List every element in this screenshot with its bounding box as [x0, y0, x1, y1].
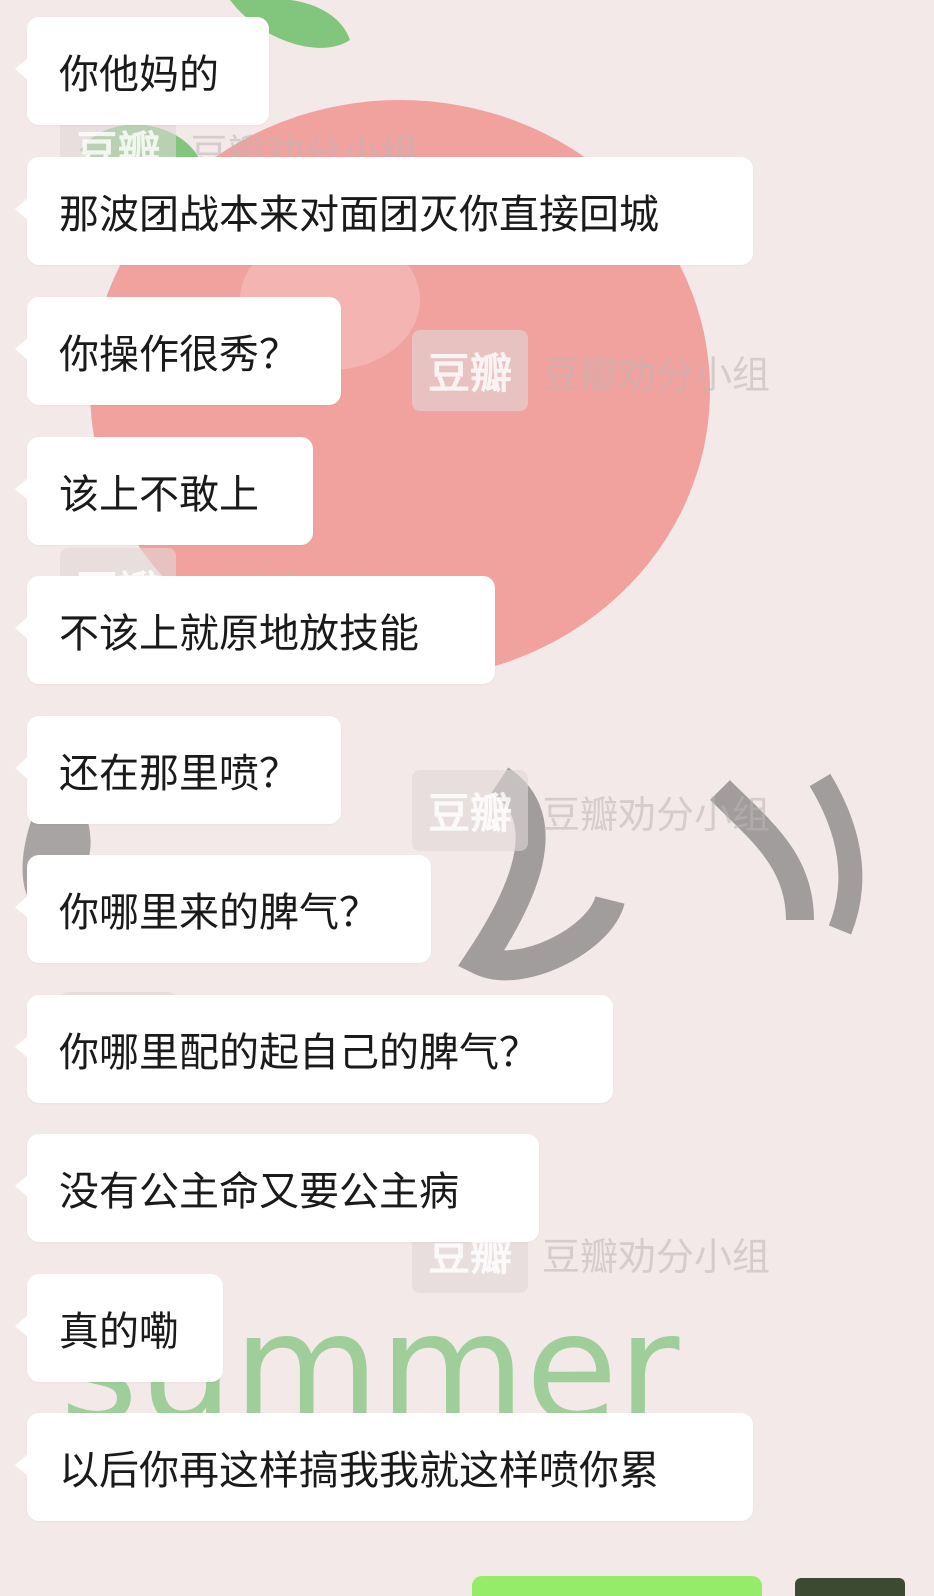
message-bubble[interactable]: 还在那里喷？ — [15, 716, 341, 824]
message-text: 该上不敢上 — [59, 472, 259, 518]
message-text: 你哪里来的脾气？ — [59, 890, 379, 936]
message-bubble[interactable]: 你操作很秀？ — [15, 297, 341, 405]
message-text: 还在那里喷？ — [59, 751, 299, 797]
message-text: 你操作很秀？ — [59, 332, 299, 378]
message-text: 不该上就原地放技能 — [59, 611, 419, 657]
message-bubble[interactable]: 真的嘞 — [15, 1274, 223, 1382]
message-bubble[interactable]: 以后你再这样搞我我就这样喷你累 — [15, 1413, 753, 1521]
message-bubble[interactable]: 那波团战本来对面团灭你直接回城 — [15, 157, 753, 265]
message-text: 你哪里配的起自己的脾气？ — [59, 1030, 539, 1076]
message-text: 你他妈的 — [59, 52, 219, 98]
message-bubble[interactable]: 你哪里配的起自己的脾气？ — [15, 995, 613, 1103]
avatar[interactable] — [795, 1578, 905, 1596]
outgoing-message-bubble[interactable] — [472, 1576, 762, 1596]
message-bubble[interactable]: 没有公主命又要公主病 — [15, 1134, 539, 1242]
message-bubble[interactable]: 你哪里来的脾气？ — [15, 855, 431, 963]
message-bubble[interactable]: 该上不敢上 — [15, 437, 313, 545]
message-bubble[interactable]: 你他妈的 — [15, 17, 269, 125]
message-text: 没有公主命又要公主病 — [59, 1169, 459, 1215]
message-text: 以后你再这样搞我我就这样喷你累 — [59, 1448, 659, 1494]
chat-message-list[interactable]: 你他妈的 那波团战本来对面团灭你直接回城 你操作很秀？ 该上不敢上 不该上就原地… — [0, 0, 934, 1596]
message-text: 真的嘞 — [59, 1309, 179, 1355]
message-bubble[interactable]: 不该上就原地放技能 — [15, 576, 495, 684]
message-text: 那波团战本来对面团灭你直接回城 — [59, 192, 659, 238]
